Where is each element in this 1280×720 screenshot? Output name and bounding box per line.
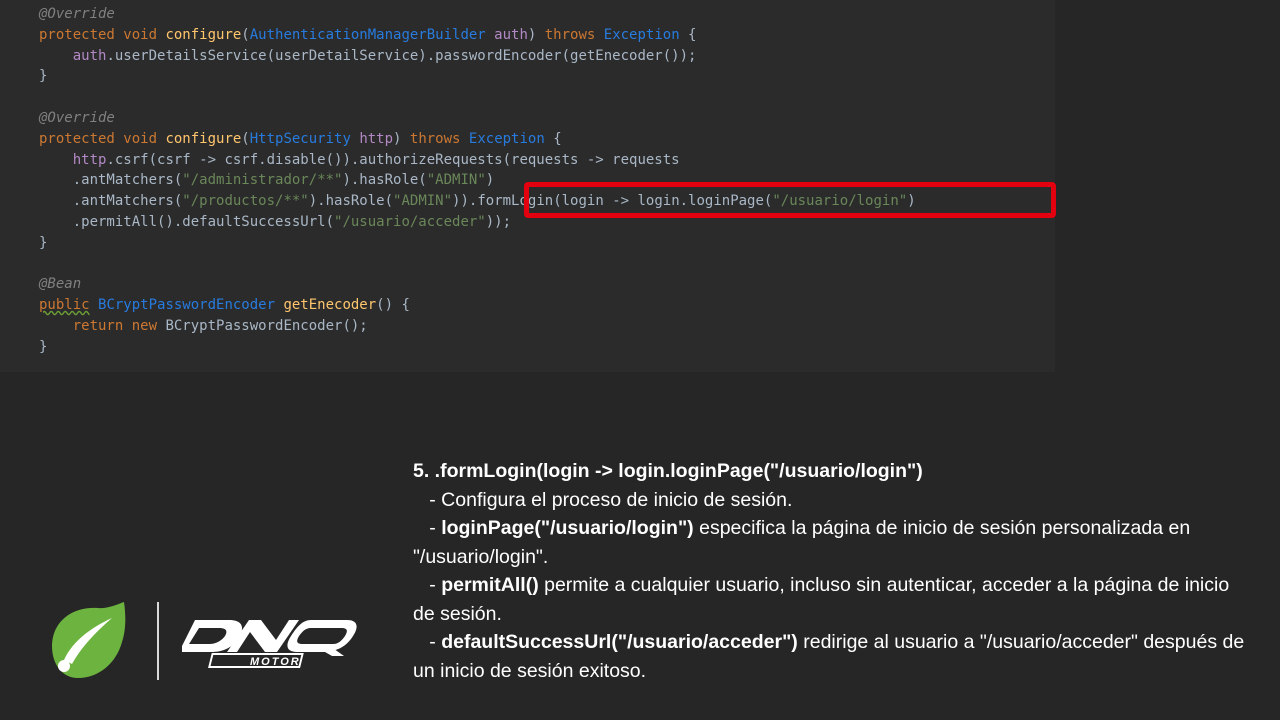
code-token: @Bean — [39, 276, 82, 293]
slide: @Override protected void configure(Authen… — [0, 0, 1280, 720]
bullet-keyword: loginPage("/usuario/login") — [441, 517, 694, 539]
code-token: configure — [165, 26, 242, 43]
code-token: ( — [241, 130, 250, 147]
code-line: @Override — [39, 108, 1055, 129]
logo-divider — [157, 602, 159, 680]
code-token: http — [359, 130, 394, 147]
code-line: protected void configure(HttpSecurity ht… — [39, 129, 1055, 150]
code-token: ( — [241, 26, 250, 43]
code-line: public BCryptPasswordEncoder getEnecoder… — [39, 295, 1055, 316]
code-line: http.csrf(csrf -> csrf.disable()).author… — [39, 150, 1055, 171]
code-token: throws — [409, 130, 469, 147]
bullet-configure: - Configura el proceso de inicio de sesi… — [413, 488, 793, 511]
code-token: AuthenticationManagerBuilder — [249, 26, 495, 43]
code-line: auth.userDetailsService(userDetailServic… — [39, 46, 1055, 67]
bullet-keyword: permitAll() — [441, 574, 539, 596]
code-token: Exception — [603, 26, 680, 43]
code-token: getEnecoder — [283, 297, 377, 314]
code-token: auth — [72, 47, 107, 64]
code-token: auth — [494, 26, 528, 43]
code-token: "ADMIN" — [426, 172, 486, 189]
code-token: @Override — [39, 109, 115, 126]
code-token: ).hasRole( — [308, 193, 394, 210]
code-token: ) — [485, 172, 495, 189]
code-line: @Override — [39, 4, 1055, 25]
code-token: http — [72, 151, 107, 168]
code-token: configure — [165, 130, 242, 147]
explanation-text: 5. .formLogin(login -> login.loginPage("… — [413, 457, 1253, 685]
code-token: )); — [485, 213, 512, 230]
highlight-box — [524, 182, 1056, 218]
code-line: } — [39, 337, 1055, 358]
bullet-permitall: - permitAll() permite a cualquier usuari… — [413, 571, 1253, 628]
code-token: } — [39, 68, 48, 85]
code-token: ) — [527, 26, 545, 43]
code-token: ) — [393, 130, 410, 147]
code-token: .userDetailsService(userDetailService).p… — [106, 47, 697, 64]
bullet-defaultsuccessurl: - defaultSuccessUrl("/usuario/acceder") … — [413, 628, 1253, 685]
code-token: } — [39, 234, 48, 251]
code-token: Exception — [468, 130, 545, 147]
code-token: { — [544, 130, 562, 147]
bullet-prefix: - — [413, 517, 442, 539]
dnq-motor-logo: MOTOR — [182, 620, 357, 668]
code-token: "/administrador/**" — [182, 172, 343, 189]
code-token: public — [39, 297, 90, 314]
code-token: ).hasRole( — [342, 172, 427, 189]
code-token: "ADMIN" — [393, 193, 453, 210]
code-line: return new BCryptPasswordEncoder(); — [39, 316, 1055, 337]
code-token: BCryptPasswordEncoder(); — [165, 317, 368, 334]
code-token: "/usuario/acceder" — [334, 213, 486, 230]
code-token: throws — [544, 26, 604, 43]
code-token: protected void — [39, 130, 166, 147]
code-token: .permitAll().defaultSuccessUrl( — [39, 213, 335, 230]
code-line: } — [39, 66, 1055, 87]
code-token: BCryptPasswordEncoder — [98, 297, 284, 314]
bullet-keyword: defaultSuccessUrl("/usuario/acceder") — [441, 631, 798, 653]
code-token: .csrf(csrf -> csrf.disable()).authorizeR… — [106, 151, 680, 168]
bullet-prefix: - — [413, 574, 442, 596]
code-token: @Override — [39, 6, 115, 22]
code-token: } — [39, 338, 48, 355]
code-line: @Bean — [39, 274, 1055, 295]
bullet-prefix: - — [413, 631, 442, 653]
code-token: .antMatchers( — [39, 193, 183, 210]
code-token: () { — [376, 297, 410, 314]
code-token: HttpSecurity — [249, 130, 360, 147]
code-line: protected void configure(AuthenticationM… — [39, 25, 1055, 46]
spring-leaf-icon — [52, 602, 126, 678]
logo-area: MOTOR — [46, 600, 376, 682]
explanation-heading: 5. .formLogin(login -> login.loginPage("… — [413, 460, 923, 482]
code-line: } — [39, 233, 1055, 254]
code-token: .antMatchers( — [39, 172, 183, 189]
code-token: "/productos/**" — [182, 193, 309, 210]
dnq-motor-sublabel: MOTOR — [250, 656, 301, 668]
code-token: protected void — [39, 26, 166, 43]
bullet-loginpage: - loginPage("/usuario/login") especifica… — [413, 514, 1253, 571]
code-token: { — [679, 26, 697, 43]
code-token: return new — [72, 317, 166, 334]
